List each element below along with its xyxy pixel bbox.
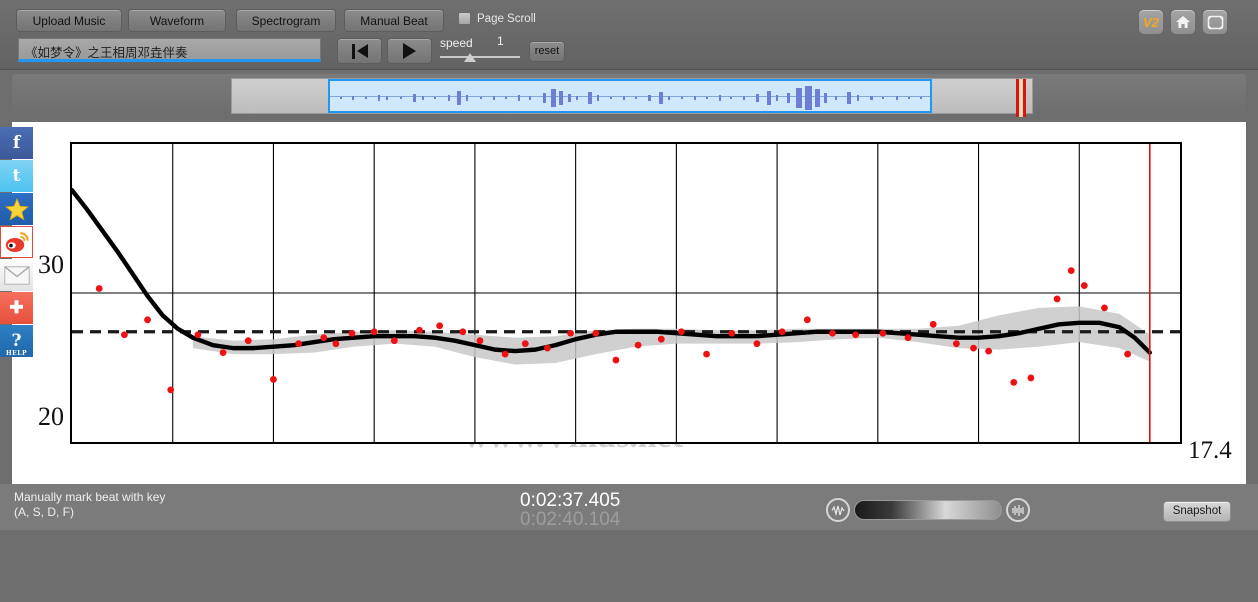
snapshot-button[interactable]: Snapshot	[1163, 501, 1231, 522]
keyboard-hint-line2: (A, S, D, F)	[14, 505, 74, 519]
waveform-overview-bar[interactable]	[12, 74, 1246, 118]
waveform-peaks	[340, 86, 922, 110]
help-icon[interactable]: ? HELP	[0, 325, 33, 357]
y-axis-tick-20: 20	[38, 402, 64, 431]
waveform-playhead[interactable]	[1016, 79, 1026, 117]
share-plus-icon[interactable]: ✚	[0, 292, 33, 324]
song-title-input[interactable]: 《如梦令》之王相周邓垚伴奏	[18, 38, 321, 62]
rewind-bar-icon	[351, 43, 355, 59]
total-time: 0:02:40.104	[520, 509, 621, 530]
mean-value-label: 17.4	[1188, 437, 1232, 464]
keyboard-hint: Manually mark beat with key (A, S, D, F)	[14, 490, 165, 520]
twitter-icon[interactable]: t	[0, 160, 33, 192]
weibo-icon[interactable]	[0, 226, 33, 258]
waveform-button[interactable]: Waveform	[128, 9, 226, 32]
email-icon[interactable]	[0, 259, 33, 291]
app-root: Upload Music Waveform Spectrogram Manual…	[0, 0, 1258, 602]
speed-value: 1	[497, 34, 504, 48]
rewind-triangle-icon	[356, 44, 368, 58]
help-question-mark: ?	[11, 331, 22, 351]
volume-high-icon[interactable]	[1006, 498, 1030, 522]
manual-beat-button[interactable]: Manual Beat	[344, 9, 444, 32]
speed-label: speed	[440, 36, 473, 50]
waveform-strip[interactable]	[231, 78, 1033, 117]
reset-button[interactable]: reset	[529, 41, 565, 62]
qzone-star-icon[interactable]	[0, 193, 33, 225]
keyboard-hint-line1: Manually mark beat with key	[14, 490, 166, 504]
social-share-rail: f t ✚ ? HELP	[0, 127, 33, 358]
speed-slider-track[interactable]	[440, 56, 520, 58]
volume-low-icon[interactable]	[826, 498, 850, 522]
bottom-panel: Erase Beat Move Beat Delete Snap Save Lo…	[0, 530, 1258, 602]
fullscreen-icon[interactable]	[1203, 10, 1227, 34]
page-scroll-control[interactable]: Page Scroll	[458, 12, 536, 25]
play-triangle-icon	[403, 43, 416, 59]
page-scroll-label: Page Scroll	[477, 12, 536, 25]
waveform-selection-region[interactable]	[328, 79, 1026, 117]
version-badge[interactable]: V2	[1139, 10, 1163, 34]
play-button[interactable]	[387, 38, 432, 64]
upload-music-button[interactable]: Upload Music	[16, 9, 122, 32]
top-toolbar: Upload Music Waveform Spectrogram Manual…	[0, 0, 1258, 70]
spectrogram-button[interactable]: Spectrogram	[236, 9, 336, 32]
help-caption: HELP	[6, 350, 27, 357]
status-row: Manually mark beat with key (A, S, D, F)	[0, 484, 1258, 530]
plot-area[interactable]	[70, 142, 1182, 444]
plot-svg	[72, 144, 1180, 442]
rewind-button[interactable]	[337, 38, 382, 64]
home-icon[interactable]	[1171, 10, 1195, 34]
volume-control[interactable]	[826, 498, 1030, 522]
speed-slider-thumb[interactable]	[464, 53, 476, 62]
volume-slider[interactable]	[854, 500, 1002, 520]
page-scroll-checkbox[interactable]	[458, 12, 471, 25]
facebook-icon[interactable]: f	[0, 127, 33, 159]
tempo-chart-panel: 30 20 10 17.4 www.Vmus.net 1234567891011…	[12, 122, 1246, 593]
